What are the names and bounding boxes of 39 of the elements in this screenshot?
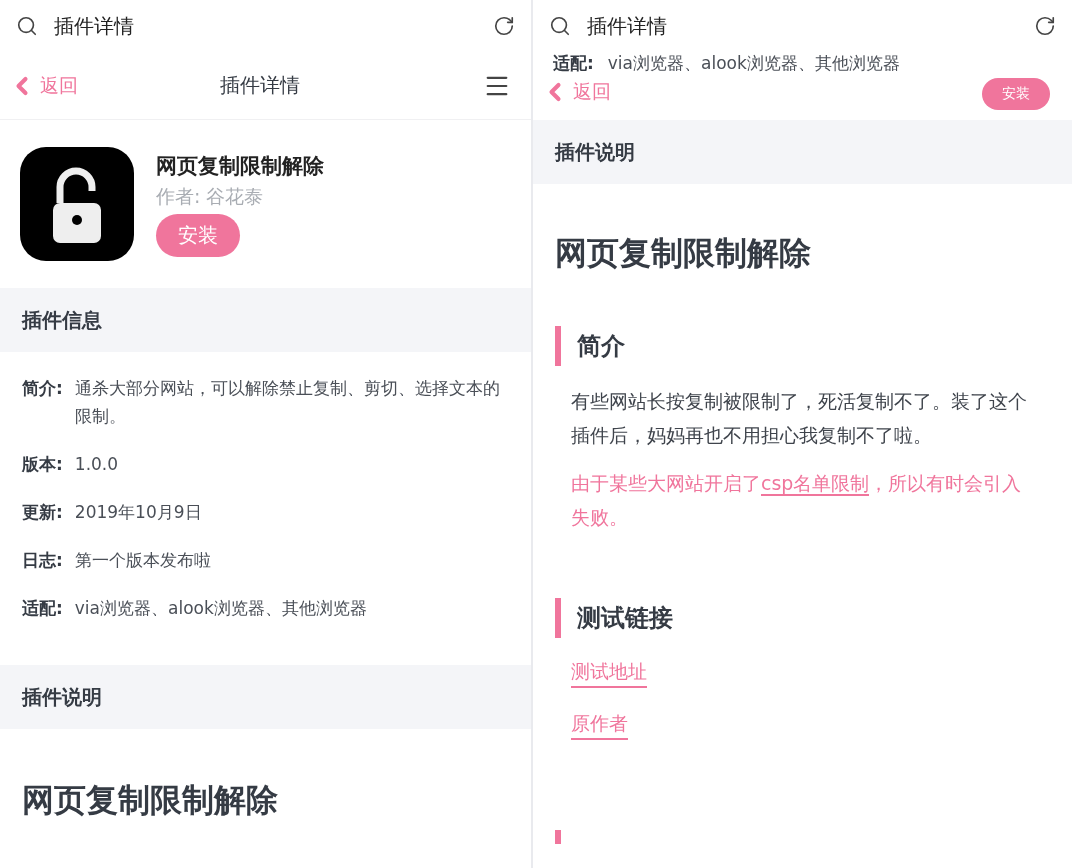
info-label: 日志: xyxy=(22,549,63,572)
info-label: 更新: xyxy=(22,501,63,524)
search-icon[interactable] xyxy=(16,15,38,37)
search-field[interactable]: 插件详情 xyxy=(54,10,477,42)
heading-marker xyxy=(555,830,561,844)
back-link[interactable]: 返回 xyxy=(8,71,98,100)
section-heading: 测试链接 xyxy=(555,598,1050,638)
info-value: via浏览器、alook浏览器、其他浏览器 xyxy=(74,597,367,620)
reload-icon[interactable] xyxy=(1034,15,1056,37)
search-field[interactable]: 插件详情 xyxy=(587,10,1018,42)
info-label: 版本: xyxy=(22,453,63,476)
unlocked-padlock-icon xyxy=(20,147,134,261)
install-button[interactable]: 安装 xyxy=(982,78,1050,110)
plugin-heading: 网页复制限制解除 xyxy=(555,233,812,274)
intro-text: 有些网站长按复制被限制了，死活复制不了。装了这个插件后，妈妈再也不用担心我复制不了啦。 xyxy=(570,389,1028,448)
section-bar: 插件信息 xyxy=(0,288,531,352)
info-value: 1.0.0 xyxy=(74,453,119,476)
section-heading: 简介 xyxy=(555,326,1050,366)
test-link[interactable]: 原作者 xyxy=(571,708,628,740)
info-value: 2019年10月9日 xyxy=(74,501,202,524)
info-value: via浏览器、alook浏览器、其他浏览器 xyxy=(607,51,900,75)
info-value: 第一个版本发布啦 xyxy=(74,549,211,572)
info-label: 适配: xyxy=(553,51,594,75)
notice-text: 由于某些大网站开启了 csp名单限制，所以有时会引入失败。 xyxy=(570,471,1023,530)
csp-link[interactable]: csp名单限制 xyxy=(761,472,870,496)
reload-icon[interactable] xyxy=(493,15,515,37)
info-label: 简介: xyxy=(22,377,63,400)
section-bar: 插件说明 xyxy=(0,665,531,729)
page-title: 插件详情 xyxy=(219,72,300,99)
install-button[interactable]: 安装 xyxy=(156,213,240,257)
test-link[interactable]: 测试地址 xyxy=(571,656,647,688)
search-icon[interactable] xyxy=(549,15,571,37)
author-text: 作者: 谷花泰 xyxy=(156,183,264,209)
section-bar: 插件说明 xyxy=(533,120,1072,184)
plugin-name: 网页复制限制解除 xyxy=(156,152,324,180)
info-value: 通杀大部分网站，可以解除禁止复制、剪切、选择文本的限制。 xyxy=(74,377,501,428)
info-label: 适配: xyxy=(22,597,63,620)
plugin-heading: 网页复制限制解除 xyxy=(22,780,279,821)
back-link[interactable]: 返回 xyxy=(541,78,631,106)
